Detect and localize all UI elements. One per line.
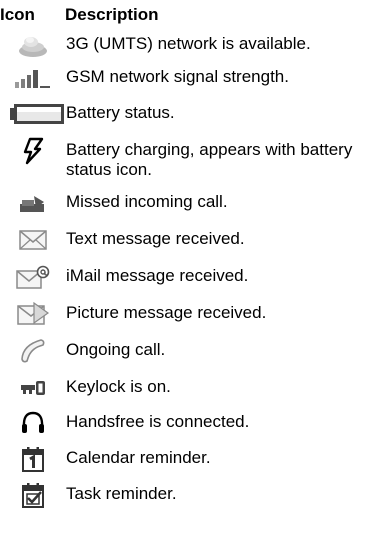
table-row: Text message received. bbox=[0, 225, 384, 262]
table-row: Missed incoming call. bbox=[0, 188, 384, 225]
row-description: Missed incoming call. bbox=[66, 192, 228, 211]
keylock-icon bbox=[0, 373, 66, 403]
row-description: Text message received. bbox=[66, 229, 245, 248]
picture-message-icon bbox=[0, 299, 66, 329]
table-row: Picture message received. bbox=[0, 299, 384, 336]
table-row: Keylock is on. bbox=[0, 373, 384, 408]
battery-charging-icon bbox=[0, 136, 66, 166]
row-description: Picture message received. bbox=[66, 303, 267, 322]
row-description: Battery status. bbox=[66, 103, 175, 122]
status-icon-table: Icon Description 3G (UMTS) network is av… bbox=[0, 0, 384, 514]
handsfree-icon bbox=[0, 408, 66, 438]
table-row: Handsfree is connected. bbox=[0, 408, 384, 444]
calendar-reminder-icon bbox=[0, 444, 66, 474]
battery-icon bbox=[0, 99, 66, 129]
table-row: Battery charging, appears with battery s… bbox=[0, 136, 384, 188]
missed-call-icon bbox=[0, 188, 66, 218]
table-header: Icon Description bbox=[0, 0, 384, 30]
row-description: iMail message received. bbox=[66, 266, 249, 285]
icon-column-header: Icon bbox=[0, 5, 35, 24]
row-description: Task reminder. bbox=[66, 484, 177, 503]
imail-message-icon bbox=[0, 262, 66, 292]
ongoing-call-icon bbox=[0, 336, 66, 366]
3g-umts-icon bbox=[0, 30, 66, 60]
description-column-header: Description bbox=[65, 5, 159, 24]
table-row: 3G (UMTS) network is available. bbox=[0, 30, 384, 63]
gsm-signal-icon bbox=[0, 63, 66, 93]
row-description: GSM network signal strength. bbox=[66, 67, 289, 86]
table-row: Task reminder. bbox=[0, 480, 384, 514]
row-description: Ongoing call. bbox=[66, 340, 166, 359]
row-description: Battery charging, appears with battery s… bbox=[66, 140, 353, 179]
table-row: Battery status. bbox=[0, 99, 384, 136]
row-description: Handsfree is connected. bbox=[66, 412, 250, 431]
task-reminder-icon bbox=[0, 480, 66, 510]
table-row: Ongoing call. bbox=[0, 336, 384, 373]
text-message-icon bbox=[0, 225, 66, 255]
row-description: Keylock is on. bbox=[66, 377, 171, 396]
table-row: Calendar reminder. bbox=[0, 444, 384, 480]
table-row: GSM network signal strength. bbox=[0, 63, 384, 99]
row-description: 3G (UMTS) network is available. bbox=[66, 34, 311, 53]
table-row: iMail message received. bbox=[0, 262, 384, 299]
row-description: Calendar reminder. bbox=[66, 448, 211, 467]
